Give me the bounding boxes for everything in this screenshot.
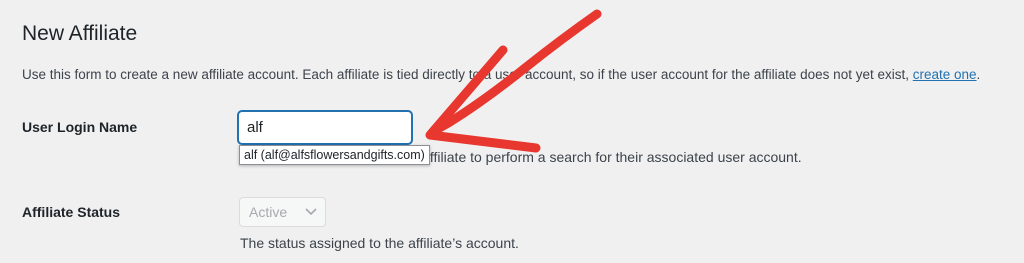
red-arrow-shaft bbox=[431, 9, 602, 135]
red-arrow-annotation bbox=[425, 9, 602, 153]
